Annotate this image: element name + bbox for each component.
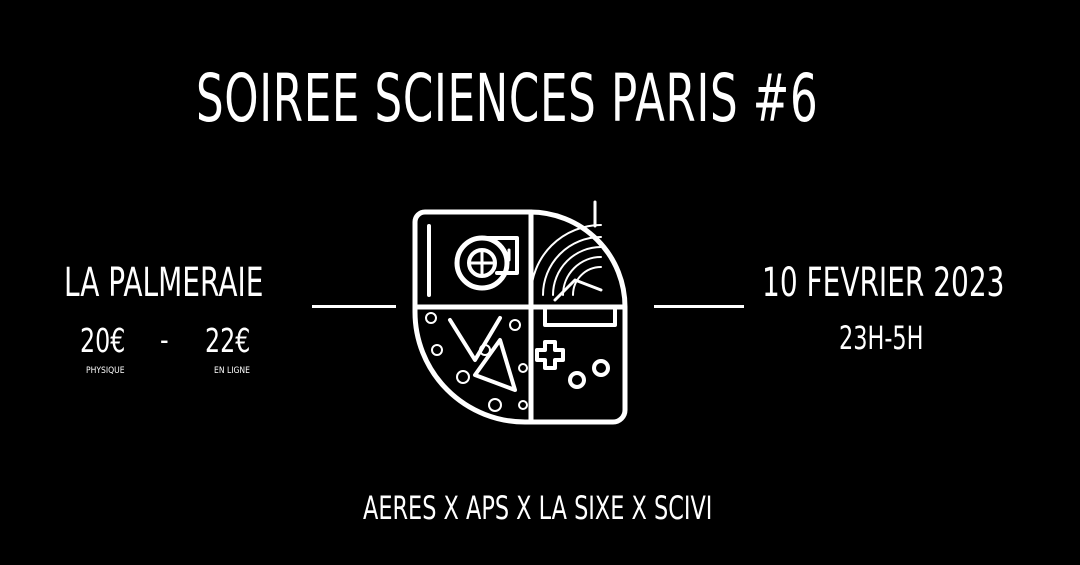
event-banner: SOIREE SCIENCES PARIS #6 LA PALMERAIE 20… xyxy=(0,0,1080,565)
event-title: SOIREE SCIENCES PARIS #6 xyxy=(196,60,819,137)
science-night-emblem-icon xyxy=(412,200,628,425)
event-date: 10 FEVRIER 2023 xyxy=(762,260,1005,306)
game-controller-icon xyxy=(535,305,617,389)
price-physical: 20€ xyxy=(80,321,126,360)
flower-pattern-icon xyxy=(425,312,528,412)
price-separator: - xyxy=(160,323,169,358)
divider-right xyxy=(654,305,744,308)
divider-left xyxy=(312,305,396,308)
emblem-outline xyxy=(412,209,628,425)
price-online-label: EN LIGNE xyxy=(214,366,250,376)
venue-name: LA PALMERAIE xyxy=(64,260,264,306)
event-time: 23H-5H xyxy=(839,319,924,357)
price-physical-label: PHYSIQUE xyxy=(86,366,125,376)
partners-line: AERES X APS X LA SIXE X SCIVI xyxy=(363,489,713,527)
price-online: 22€ xyxy=(205,321,251,360)
